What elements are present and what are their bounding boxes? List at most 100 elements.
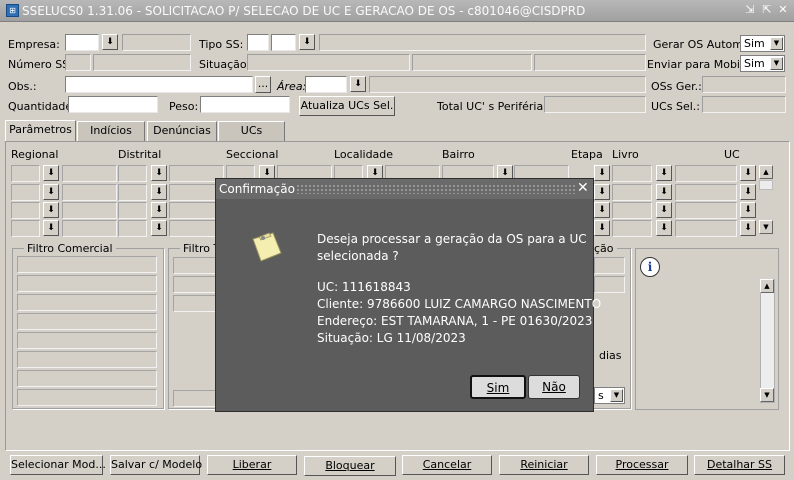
grid-scroll-up-icon[interactable]: ▲ [759, 165, 773, 179]
grid-lov-button[interactable]: ⬇ [151, 202, 167, 218]
filtro-comercial-row[interactable] [17, 370, 157, 387]
grid-lov-button[interactable]: ⬇ [43, 202, 59, 218]
dialog-yes-button[interactable]: Sim [470, 375, 526, 399]
dialog-no-button[interactable]: Não [528, 375, 580, 399]
grid-cell[interactable] [612, 220, 652, 237]
numero-ss-field [65, 54, 91, 71]
right-group-field[interactable] [594, 276, 625, 293]
col-distrital: Distrital [118, 148, 162, 161]
tab-parametros[interactable]: Parâmetros [5, 120, 76, 142]
grid-lov-button[interactable]: ⬇ [594, 184, 610, 200]
grid-lov-button[interactable]: ⬇ [43, 184, 59, 200]
empresa-lov-button[interactable]: ⬇ [102, 34, 118, 50]
atualiza-ucs-button[interactable]: Atualiza UCs Sel. [299, 96, 395, 116]
area-label: Área: [277, 80, 307, 93]
app-icon: ⊞ [6, 4, 19, 17]
right-group-field[interactable] [594, 257, 625, 274]
grid-lov-button[interactable]: ⬇ [43, 165, 59, 181]
grid-scroll-thumb[interactable] [759, 180, 773, 190]
grid-lov-button[interactable]: ⬇ [594, 202, 610, 218]
grid-lov-button[interactable]: ⬇ [43, 220, 59, 236]
processar-button[interactable]: Processar [596, 455, 688, 475]
info-scroll-up-icon[interactable]: ▲ [760, 279, 774, 293]
grid-lov-button[interactable]: ⬇ [740, 202, 756, 218]
grid-cell[interactable] [11, 220, 40, 237]
cancelar-button[interactable]: Cancelar [402, 455, 492, 475]
obs-expand-button[interactable]: ... [255, 76, 271, 93]
grid-lov-button[interactable]: ⬇ [594, 220, 610, 236]
enviar-mobile-select[interactable]: Sim ▼ [740, 55, 785, 72]
right-select[interactable]: s ▼ [594, 387, 625, 404]
filtro-t-field[interactable] [173, 276, 217, 293]
minimize-icon[interactable]: ⇲ [743, 3, 757, 17]
situacao-field [247, 54, 410, 71]
selecionar-modelo-button[interactable]: Selecionar Mod... [10, 455, 106, 475]
filtro-comercial-row[interactable] [17, 313, 157, 330]
dialog-title: Confirmação [219, 182, 295, 196]
grid-cell[interactable] [118, 202, 147, 219]
grid-lov-button[interactable]: ⬇ [151, 220, 167, 236]
grid-lov-button[interactable]: ⬇ [656, 202, 672, 218]
filtro-t-field[interactable] [173, 257, 217, 274]
grid-lov-button[interactable]: ⬇ [594, 165, 610, 181]
grid-lov-button[interactable]: ⬇ [740, 165, 756, 181]
info-scrollbar[interactable] [760, 279, 775, 403]
grid-cell[interactable] [11, 165, 40, 182]
filtro-comercial-row[interactable] [17, 275, 157, 292]
grid-cell[interactable] [118, 184, 147, 201]
grid-lov-button[interactable]: ⬇ [151, 165, 167, 181]
dialog-endereco: Endereço: EST TAMARANA, 1 - PE 01630/202… [317, 314, 593, 328]
grid-lov-button[interactable]: ⬇ [656, 165, 672, 181]
grid-cell[interactable] [612, 202, 652, 219]
grid-lov-button[interactable]: ⬇ [740, 184, 756, 200]
quantidade-input[interactable] [68, 96, 158, 113]
grid-lov-button[interactable]: ⬇ [151, 184, 167, 200]
gerar-os-select[interactable]: Sim ▼ [740, 35, 785, 52]
close-icon[interactable]: ✕ [577, 180, 589, 196]
grid-scroll-down-icon[interactable]: ▼ [759, 220, 773, 234]
dialog-uc: UC: 111618843 [317, 280, 411, 294]
tipo-ss-lov-button[interactable]: ⬇ [299, 34, 315, 50]
area-lov-button[interactable]: ⬇ [350, 76, 366, 92]
grid-cell[interactable] [11, 184, 40, 201]
empresa-label: Empresa: [8, 38, 60, 51]
chevron-down-icon: ▼ [610, 389, 623, 402]
dialog-drag-handle[interactable] [296, 184, 576, 194]
empresa-input[interactable] [65, 34, 99, 51]
grid-cell[interactable] [612, 184, 652, 201]
tab-denuncias[interactable]: Denúncias [147, 121, 217, 141]
col-bairro: Bairro [442, 148, 475, 161]
filtro-t-field[interactable] [173, 295, 217, 312]
area-input[interactable] [305, 76, 347, 93]
close-window-icon[interactable]: ✕ [776, 3, 790, 17]
info-scroll-down-icon[interactable]: ▼ [760, 388, 774, 402]
grid-lov-button[interactable]: ⬇ [740, 220, 756, 236]
filtro-t-field[interactable] [173, 390, 217, 407]
grid-lov-button[interactable]: ⬇ [656, 220, 672, 236]
filtro-comercial-row[interactable] [17, 389, 157, 406]
peso-input[interactable] [200, 96, 290, 113]
bloquear-button[interactable]: Bloquear [304, 456, 396, 476]
grid-cell[interactable] [118, 220, 147, 237]
liberar-button[interactable]: Liberar [207, 455, 297, 475]
grid-cell[interactable] [612, 165, 652, 182]
tab-indicios[interactable]: Indícios [77, 121, 145, 141]
tipo-ss-input-2[interactable] [271, 34, 296, 51]
reiniciar-button[interactable]: Reiniciar [499, 455, 589, 475]
tipo-ss-input[interactable] [247, 34, 269, 51]
tipo-ss-desc-field [319, 34, 646, 51]
grid-cell[interactable] [11, 202, 40, 219]
salvar-modelo-button[interactable]: Salvar c/ Modelo [110, 455, 202, 475]
detalhar-ss-button[interactable]: Detalhar SS [694, 455, 785, 475]
grid-cell[interactable] [118, 165, 147, 182]
right-select-value: s [598, 389, 604, 402]
tab-ucs[interactable]: UCs [218, 121, 285, 141]
filtro-comercial-row[interactable] [17, 332, 157, 349]
grid-lov-button[interactable]: ⬇ [656, 184, 672, 200]
filtro-comercial-row[interactable] [17, 294, 157, 311]
obs-input[interactable] [65, 76, 253, 93]
filtro-comercial-row[interactable] [17, 256, 157, 273]
dialog-cliente: Cliente: 9786600 LUIZ CAMARGO NASCIMENTO [317, 297, 602, 311]
maximize-icon[interactable]: ⇱ [760, 3, 774, 17]
filtro-comercial-row[interactable] [17, 351, 157, 368]
